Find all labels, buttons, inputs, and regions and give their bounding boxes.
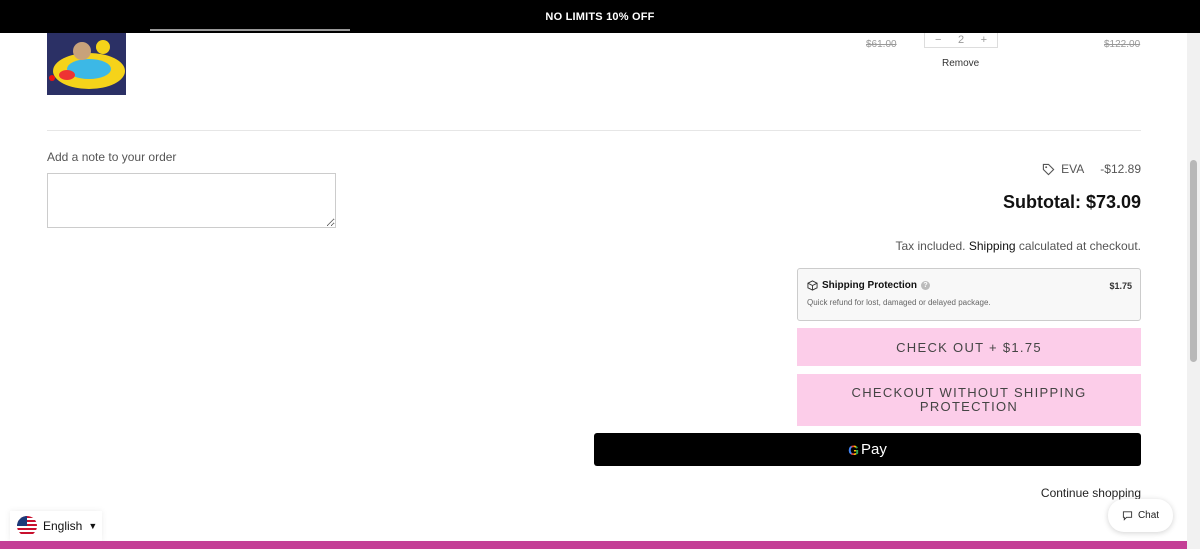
discount-line: EVA -$12.89 [1042,162,1141,176]
google-pay-button[interactable]: G Pay [594,433,1141,466]
bottom-accent-bar [0,541,1187,549]
language-selector[interactable]: English ▼ [10,511,102,541]
us-flag-icon [17,516,37,536]
caret-down-icon: ▼ [88,521,98,531]
discount-code: EVA [1061,162,1085,176]
quantity-stepper[interactable]: − 2 + [924,33,998,48]
chat-bubble-icon [1122,511,1133,521]
tax-note: Tax included. Shipping calculated at che… [895,239,1141,253]
discount-amount: -$12.89 [1100,162,1141,176]
product-title-clipped [150,25,370,33]
cart-divider [47,130,1141,131]
product-thumbnail [47,33,126,95]
chat-button[interactable]: Chat [1108,499,1173,532]
product-image[interactable] [47,33,126,95]
qty-decrease-button[interactable]: − [935,34,941,46]
qty-value[interactable]: 2 [958,34,964,46]
checkout-button[interactable]: CHECK OUT + $1.75 [797,328,1141,366]
shipping-policy-link[interactable]: Shipping [969,239,1016,253]
scrollbar-thumb[interactable] [1190,160,1197,362]
remove-item-link[interactable]: Remove [942,58,979,69]
item-price-original: $61.00 [866,39,897,50]
order-note-label: Add a note to your order [47,150,177,164]
shipping-protection-title: Shipping Protection [822,280,917,291]
checkout-without-protection-button[interactable]: CHECKOUT WITHOUT SHIPPING PROTECTION [797,374,1141,426]
info-icon[interactable]: ? [921,281,930,290]
google-pay-label: Pay [861,441,887,458]
shipping-protection-price: $1.75 [1109,281,1132,291]
shipping-protection-description: Quick refund for lost, damaged or delaye… [807,298,991,307]
line-total-original: $122.00 [1104,39,1141,50]
tax-note-suffix: calculated at checkout. [1018,239,1141,253]
announcement-text: NO LIMITS 10% OFF [545,10,655,23]
continue-shopping-link[interactable]: Continue shopping [1041,486,1141,500]
qty-increase-button[interactable]: + [981,34,987,46]
tag-icon [1043,163,1055,175]
shipping-protection-card[interactable]: Shipping Protection ? $1.75 Quick refund… [797,268,1141,321]
google-g-icon: G [848,441,860,458]
order-note-input[interactable] [47,173,336,228]
cart-subtotal: Subtotal: $73.09 [1002,192,1141,212]
shipping-protection-header: Shipping Protection ? [807,280,1132,291]
package-icon [807,280,818,291]
tax-note-prefix: Tax included. [895,239,966,253]
chat-label: Chat [1137,510,1160,521]
language-label: English [43,519,83,533]
